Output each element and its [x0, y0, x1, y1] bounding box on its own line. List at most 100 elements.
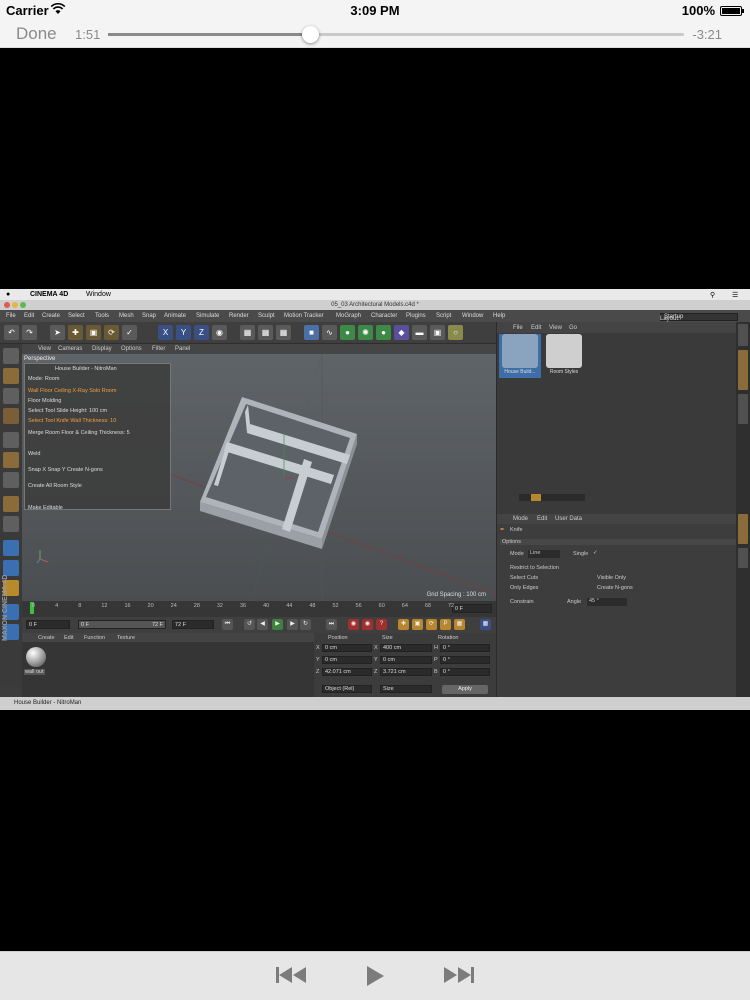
autokey-icon[interactable]: ◉ — [362, 619, 373, 630]
size-x-field[interactable]: 400 cm — [380, 644, 432, 652]
coord-mode-select[interactable]: Object (Rel) — [322, 685, 372, 693]
scrubber-track[interactable] — [108, 26, 684, 43]
pos-z-field[interactable]: 42.071 cm — [322, 668, 372, 676]
next-frame-icon[interactable]: ▶ — [287, 619, 298, 630]
play-icon[interactable] — [365, 966, 385, 990]
go-to-start-icon[interactable]: ⏮ — [222, 619, 233, 630]
current-frame-slider[interactable]: 0 F 72 F — [78, 620, 166, 629]
hb-floor-molding[interactable]: Floor Molding — [28, 398, 61, 404]
snap-icon — [3, 540, 19, 556]
render-settings-icon: ▦ — [276, 325, 291, 340]
menu-snap: Snap — [142, 313, 157, 319]
timeline-tick: 28 — [193, 603, 200, 609]
side-tab-content-browser[interactable] — [738, 350, 748, 390]
material-sphere-icon[interactable] — [26, 647, 46, 667]
workplane-icon — [3, 408, 19, 424]
hb-merge-room[interactable]: Merge Room Floor & Ceiling Thickness: 5 — [28, 430, 130, 436]
parameter-key-icon[interactable]: P — [440, 619, 451, 630]
timeline-window-icon[interactable]: ▦ — [480, 619, 491, 630]
material-name: wall out — [24, 669, 45, 675]
object-room-styles[interactable]: Room Styles — [543, 334, 585, 378]
timeline-tick: 72 — [448, 603, 455, 609]
menu-plugins: Plugins — [406, 313, 426, 319]
side-tab-objects[interactable] — [738, 324, 748, 346]
hb-select-tool-knife[interactable]: Select Tool Knife Wall Thickness: 10 — [28, 418, 116, 424]
size-mode-select[interactable]: Size — [380, 685, 432, 693]
point-level-key-icon[interactable]: ▦ — [454, 619, 465, 630]
rotation-key-icon[interactable]: ⟳ — [426, 619, 437, 630]
play-icon[interactable]: ▶ — [272, 619, 283, 630]
record-icon[interactable]: ◉ — [348, 619, 359, 630]
angle-field[interactable]: 45 ° — [587, 598, 627, 606]
window-titlebar: 05_03 Architectural Models.c4d * — [0, 300, 750, 310]
attr-menu-edit: Edit — [537, 516, 548, 522]
video-frame[interactable]: ● CINEMA 4D Window ⚲ ☰ 05_03 Architectur… — [0, 289, 750, 710]
object-room-styles-label: Room Styles — [549, 369, 579, 375]
z-axis-icon: Z — [194, 325, 209, 340]
scale-key-icon[interactable]: ▣ — [412, 619, 423, 630]
coord-label-y: Y — [316, 657, 320, 663]
vp-menu-filter: Filter — [152, 346, 166, 352]
coord-label-x: X — [316, 645, 320, 651]
hb-select-tool-slide[interactable]: Select Tool Slide Height: 100 cm — [28, 408, 107, 414]
clock: 3:09 PM — [350, 3, 400, 18]
object-scrollbar[interactable] — [519, 494, 585, 501]
rot-label-h: H — [434, 645, 438, 651]
apply-button[interactable]: Apply — [442, 685, 488, 694]
next-key-icon[interactable]: ↻ — [300, 619, 311, 630]
options-section: Options — [500, 539, 737, 545]
hb-make-editable[interactable]: Make Editable — [28, 505, 63, 511]
angle-label: Angle — [567, 599, 582, 605]
layout-selector: Layout: Startup — [660, 313, 738, 322]
start-frame-field[interactable]: 0 F — [26, 620, 70, 629]
side-tab-attributes[interactable] — [738, 514, 748, 544]
rot-b-field[interactable]: 0 ° — [440, 668, 490, 676]
keyframe-selection-icon[interactable]: ? — [376, 619, 387, 630]
cloner-icon: ● — [376, 325, 391, 340]
size-y-field[interactable]: 0 cm — [380, 656, 432, 664]
side-tabs — [736, 322, 750, 697]
prev-key-icon[interactable]: ↺ — [244, 619, 255, 630]
prev-frame-icon[interactable]: ◀ — [257, 619, 268, 630]
restrict-label: Restrict to Selection — [510, 565, 559, 571]
timeline-tick: 8 — [78, 603, 82, 609]
mode-select[interactable]: Line — [528, 550, 560, 558]
position-key-icon[interactable]: ✚ — [398, 619, 409, 630]
scrubber-thumb[interactable] — [301, 26, 319, 43]
side-tab-structure[interactable] — [738, 394, 748, 424]
mat-menu-function: Function — [84, 635, 106, 641]
size-z-field[interactable]: 3.721 cm — [380, 668, 432, 676]
spotlight-icon: ⚲ — [710, 292, 716, 299]
spline-pen-icon: ∿ — [322, 325, 337, 340]
vp-menu-panel: Panel — [175, 346, 191, 352]
rewind-icon[interactable] — [276, 966, 308, 988]
rot-h-field[interactable]: 0 ° — [440, 644, 490, 652]
hb-weld[interactable]: Weld — [28, 451, 40, 457]
menu-file: File — [6, 313, 16, 319]
deformer-icon: ◆ — [394, 325, 409, 340]
material-menu: Create Edit Function Texture — [22, 633, 314, 642]
house-builder-panel: House Builder - NitroMan Mode: Room Wall… — [24, 363, 171, 511]
timeline-ruler[interactable]: 0 F 0 4 8 12 16 20 24 28 32 36 40 44 48 52 56 60 64 68 72 — [22, 601, 496, 617]
fast-forward-icon[interactable] — [442, 966, 474, 988]
side-tab-layers[interactable] — [738, 548, 748, 568]
go-to-end-icon[interactable]: ⏭ — [326, 619, 337, 630]
subdivision-surface-icon: ● — [340, 325, 355, 340]
om-menu-go: Go — [569, 325, 578, 331]
object-house-builder[interactable]: House Build... — [499, 334, 541, 378]
single-checkbox[interactable]: ✓ — [593, 550, 598, 556]
rot-p-field[interactable]: 0 ° — [440, 656, 490, 664]
hb-wall-floor[interactable]: Wall Floor Ceiling X-Ray Solo Room — [28, 388, 116, 394]
attribute-menu: Mode Edit User Data — [497, 514, 737, 524]
coord-header-size: Size — [382, 635, 393, 641]
hb-create-room-style[interactable]: Create All Room Style — [28, 483, 82, 489]
coordinates-manager: Position Size Rotation X 0 cm X 400 cm H… — [314, 633, 496, 697]
om-menu-edit: Edit — [531, 325, 542, 331]
rot-label-p: P — [434, 657, 438, 663]
pos-x-field[interactable]: 0 cm — [322, 644, 372, 652]
end-frame-field[interactable]: 72 F — [172, 620, 214, 629]
pos-y-field[interactable]: 0 cm — [322, 656, 372, 664]
hb-snap[interactable]: Snap X Snap Y Create N-gons — [28, 467, 103, 473]
done-button[interactable]: Done — [16, 24, 57, 44]
live-selection-icon: ✓ — [122, 325, 137, 340]
